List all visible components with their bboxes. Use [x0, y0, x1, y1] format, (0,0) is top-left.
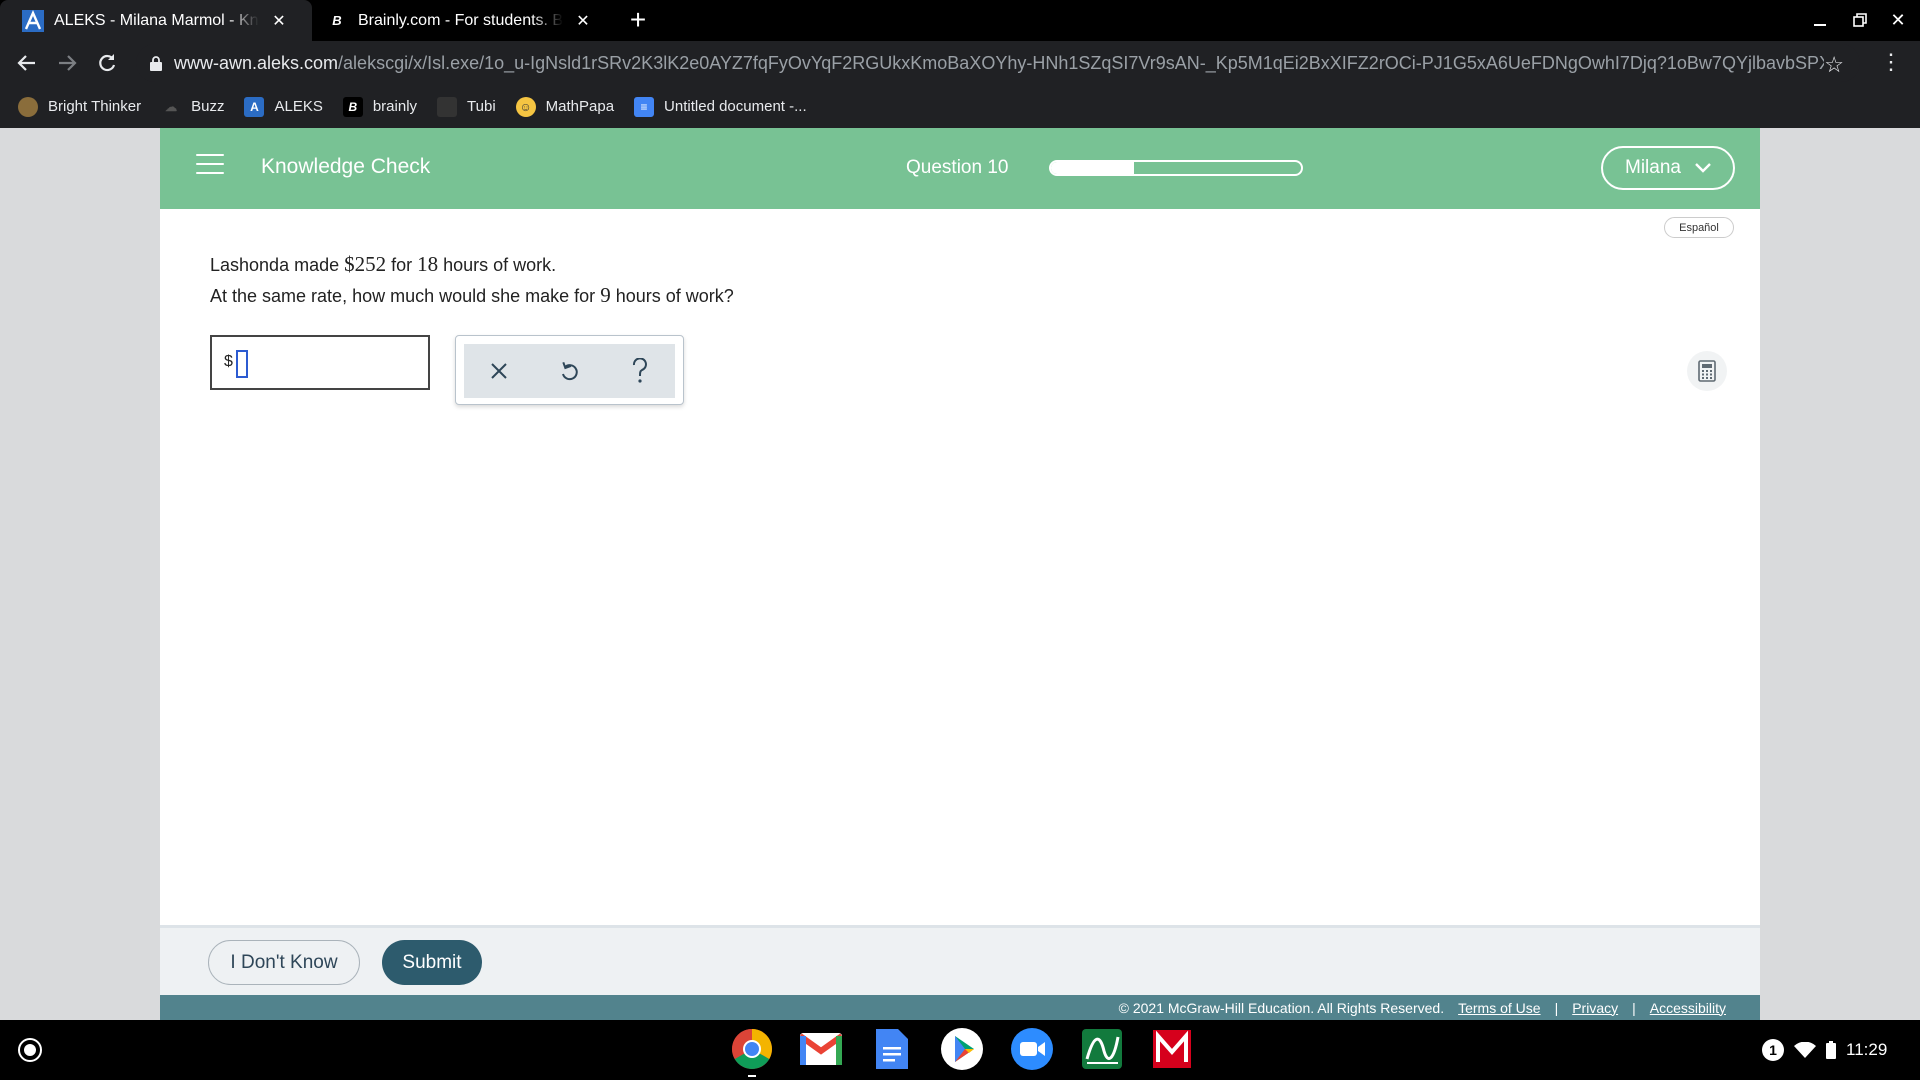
wifi-icon: [1794, 1042, 1816, 1058]
question-line-1: Lashonda made $252 for 18 hours of work.: [210, 252, 557, 276]
mcgraw-hill-icon[interactable]: [1150, 1027, 1194, 1071]
bookmark-tubi[interactable]: Tubi: [437, 96, 496, 117]
close-tab-icon[interactable]: ✕: [573, 11, 593, 31]
menu-kebab-icon[interactable]: ⋮: [1880, 49, 1902, 75]
help-icon[interactable]: [620, 351, 660, 391]
gmail-icon[interactable]: [799, 1027, 843, 1071]
hamburger-menu-icon[interactable]: [196, 154, 224, 176]
bookmark-brainly[interactable]: B brainly: [342, 96, 417, 117]
bookmarks-bar: Bright Thinker ☁ Buzz A ALEKS B brainly …: [0, 85, 1920, 128]
bookmark-buzz[interactable]: ☁ Buzz: [161, 97, 224, 117]
restore-icon[interactable]: [1844, 6, 1876, 34]
new-tab-button[interactable]: +: [622, 4, 654, 36]
answer-input[interactable]: [252, 347, 422, 379]
bright-thinker-icon: [18, 96, 38, 117]
battery-icon: [1826, 1041, 1836, 1059]
play-store-icon[interactable]: [940, 1027, 984, 1071]
user-name: Milana: [1625, 157, 1681, 178]
answer-input-box[interactable]: $: [210, 335, 430, 390]
privacy-link[interactable]: Privacy: [1572, 1000, 1618, 1016]
terms-of-use-link[interactable]: Terms of Use: [1458, 1000, 1540, 1016]
user-menu-button[interactable]: Milana: [1601, 146, 1735, 190]
language-toggle-button[interactable]: Español: [1664, 217, 1734, 238]
os-shelf: 1 11:29: [0, 1020, 1920, 1080]
aleks-page: Knowledge Check Question 10 Milana Españ…: [160, 128, 1760, 1020]
progress-bar: [1049, 160, 1303, 176]
knowledge-check-header: Knowledge Check Question 10 Milana: [160, 128, 1760, 209]
chrome-icon[interactable]: [730, 1027, 774, 1071]
tab-title: ALEKS - Milana Marmol - Knowledge Check: [54, 11, 259, 29]
accessibility-link[interactable]: Accessibility: [1650, 1000, 1726, 1016]
dollar-prefix: $: [224, 353, 233, 370]
active-app-indicator: [748, 1075, 756, 1077]
tab-brainly[interactable]: B Brainly.com - For students. By student…: [312, 0, 612, 41]
close-tab-icon[interactable]: ✕: [269, 11, 289, 31]
link-separator: |: [1632, 999, 1636, 1016]
answer-tools: [464, 344, 675, 398]
mathpapa-icon: ☺: [515, 96, 536, 117]
system-tray[interactable]: 1 11:29: [1762, 1035, 1887, 1065]
bookmark-bright-thinker[interactable]: Bright Thinker: [18, 96, 141, 117]
answer-tools-panel: [455, 335, 684, 405]
question-line-2: At the same rate, how much would she mak…: [210, 283, 734, 307]
submit-button[interactable]: Submit: [382, 940, 482, 985]
brainly-icon: B: [342, 96, 363, 117]
lock-icon: [150, 56, 162, 71]
address-bar[interactable]: www-awn.aleks.com/alekscgi/x/Isl.exe/1o_…: [136, 44, 1860, 82]
reload-icon[interactable]: [92, 48, 122, 78]
close-window-icon[interactable]: ✕: [1882, 6, 1914, 34]
tab-aleks[interactable]: ALEKS - Milana Marmol - Knowledge Check …: [0, 0, 312, 41]
undo-icon[interactable]: [549, 351, 589, 391]
brainly-icon: B: [332, 13, 342, 28]
forward-icon[interactable]: [52, 48, 82, 78]
calculator-icon[interactable]: [1687, 351, 1727, 391]
bookmark-mathpapa[interactable]: ☺ MathPapa: [515, 96, 614, 117]
tubi-icon: [437, 96, 458, 117]
copyright-text: © 2021 McGraw-Hill Education. All Rights…: [1118, 999, 1445, 1016]
page-title: Knowledge Check: [261, 155, 431, 178]
copyright-bar: © 2021 McGraw-Hill Education. All Rights…: [160, 995, 1760, 1020]
tab-strip: ALEKS - Milana Marmol - Knowledge Check …: [0, 0, 1920, 41]
clear-icon[interactable]: [479, 351, 519, 391]
question-number: Question 10: [906, 157, 1009, 178]
aleks-icon: A: [244, 96, 265, 117]
bookmark-star-icon[interactable]: ☆: [1824, 52, 1844, 78]
progress-fill: [1051, 162, 1134, 174]
minimize-icon[interactable]: [1804, 6, 1836, 34]
desmos-icon[interactable]: [1080, 1027, 1124, 1071]
i-dont-know-button[interactable]: I Don't Know: [208, 940, 360, 985]
aleks-icon: [22, 9, 44, 32]
docs-icon: ≡: [634, 96, 655, 117]
browser-toolbar: www-awn.aleks.com/alekscgi/x/Isl.exe/1o_…: [0, 41, 1920, 85]
bookmark-untitled-document[interactable]: ≡ Untitled document -...: [634, 96, 807, 117]
clock-time: 11:29: [1846, 1040, 1888, 1059]
tab-title: Brainly.com - For students. By students.: [358, 11, 563, 29]
bookmark-aleks[interactable]: A ALEKS: [244, 96, 323, 117]
back-icon[interactable]: [12, 48, 42, 78]
input-cursor: [236, 350, 248, 378]
launcher-icon[interactable]: [18, 1038, 42, 1062]
question-text: Lashonda made $252 for 18 hours of work.…: [210, 249, 734, 311]
buzz-icon: ☁: [165, 99, 178, 114]
notification-badge: 1: [1762, 1039, 1784, 1061]
zoom-icon[interactable]: [1010, 1027, 1054, 1071]
docs-icon[interactable]: [870, 1027, 914, 1071]
chevron-down-icon: [1695, 163, 1711, 173]
question-footer: I Don't Know Submit: [160, 925, 1760, 995]
link-separator: |: [1554, 999, 1559, 1016]
url-text: www-awn.aleks.com/alekscgi/x/Isl.exe/1o_…: [174, 52, 1824, 73]
